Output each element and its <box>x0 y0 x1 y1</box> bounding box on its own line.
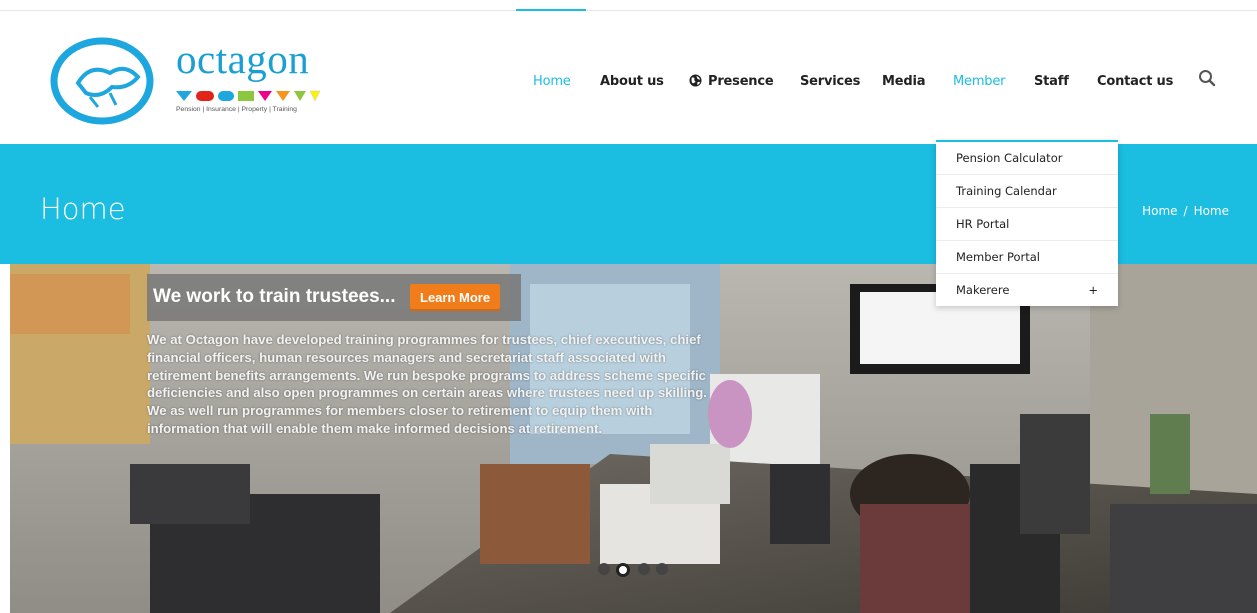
nav-item-contact-us[interactable]: Contact us <box>1097 74 1173 89</box>
nav-item-about-us[interactable]: About us <box>600 74 664 89</box>
nav-item-presence-label: Presence <box>708 74 774 89</box>
site-header: octagon Pension | Insurance | Property |… <box>0 11 1257 144</box>
slider-dot-3[interactable] <box>638 563 650 575</box>
member-dropdown-menu: Pension Calculator Training Calendar HR … <box>936 140 1118 306</box>
slide-body-text: We at Octagon have developed training pr… <box>147 332 707 436</box>
nav-item-home[interactable]: Home <box>533 74 571 89</box>
breadcrumb-current: Home <box>1193 204 1229 218</box>
hero-slider: We work to train trustees... Learn More … <box>10 264 1257 613</box>
slider-dot-4[interactable] <box>656 563 668 575</box>
menu-item-member-portal[interactable]: Member Portal <box>936 241 1118 274</box>
menu-item-pension-calculator[interactable]: Pension Calculator <box>936 142 1118 175</box>
nav-item-media[interactable]: Media <box>882 74 925 89</box>
globe-icon <box>689 74 702 87</box>
nav-item-staff[interactable]: Staff <box>1034 74 1069 89</box>
nav-item-services[interactable]: Services <box>800 74 860 89</box>
expand-plus-icon[interactable]: + <box>1088 274 1098 306</box>
nav-item-member[interactable]: Member <box>953 74 1005 89</box>
menu-item-hr-portal[interactable]: HR Portal <box>936 208 1118 241</box>
slider-dot-1[interactable] <box>598 563 610 575</box>
breadcrumb: Home / Home <box>1142 204 1229 218</box>
breadcrumb-separator: / <box>1183 204 1188 218</box>
learn-more-button[interactable]: Learn More <box>410 284 501 311</box>
slide-caption-box: We work to train trustees... Learn More <box>147 274 521 321</box>
slide-title: We work to train trustees... <box>153 286 396 307</box>
slider-dot-2[interactable] <box>616 563 630 577</box>
main-navigation: Home About us Presence Services Media Me… <box>0 11 1257 144</box>
breadcrumb-home-link[interactable]: Home <box>1142 204 1177 218</box>
menu-item-makerere-label: Makerere <box>956 283 1010 297</box>
nav-item-presence[interactable]: Presence <box>689 74 774 89</box>
page-title: Home <box>40 192 126 226</box>
menu-item-makerere[interactable]: Makerere + <box>936 274 1118 306</box>
menu-item-training-calendar[interactable]: Training Calendar <box>936 175 1118 208</box>
search-icon[interactable] <box>1198 69 1216 87</box>
